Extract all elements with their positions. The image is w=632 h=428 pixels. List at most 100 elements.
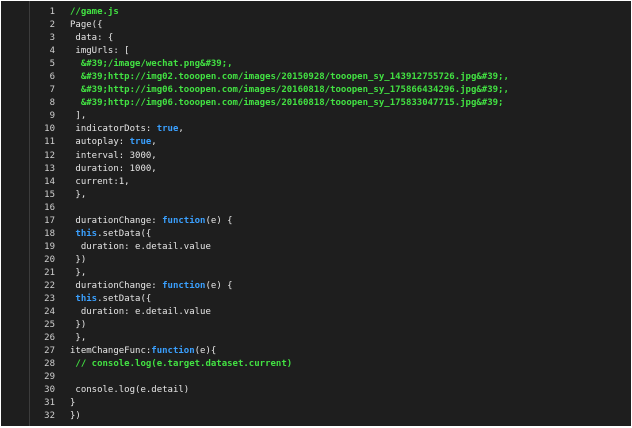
code-text[interactable]: &#39;http://img02.tooopen.com/images/201…	[70, 71, 509, 84]
code-lines: 1//game.js 2 Page({3 data: {4 imgUrls: [5 …	[30, 6, 631, 424]
code-token-plain: console.log(e.detail)	[70, 385, 190, 396]
code-token-plain: })	[70, 254, 87, 265]
code-line: 7 &#39;http://img06.tooopen.com/images/2…	[30, 84, 631, 97]
code-line: 18 this.setData({	[30, 228, 631, 241]
code-text[interactable]: durationChange: function(e) {	[70, 215, 232, 228]
code-text[interactable]: indicatorDots: true,	[70, 123, 184, 136]
code-text[interactable]: }	[70, 397, 75, 410]
code-line: 31}	[30, 397, 631, 410]
code-token-string: &#39;/image/wechat.png&#39;,	[70, 59, 233, 70]
code-text[interactable]: current:1,	[70, 176, 129, 189]
code-token-plain: duration: e.detail.value	[70, 307, 211, 318]
line-number: 12	[44, 150, 55, 161]
line-number: 25	[44, 320, 55, 331]
code-text[interactable]: duration: 1000,	[70, 163, 157, 176]
code-line: 14 current:1,	[30, 176, 631, 189]
code-line: 28 // console.log(e.target.dataset.curre…	[30, 358, 631, 371]
line-number: 6	[49, 72, 55, 83]
code-token-plain: .setData({	[97, 228, 152, 239]
code-text[interactable]: &#39;/image/wechat.png&#39;,	[70, 58, 233, 71]
code-token-plain: (e) {	[205, 280, 233, 291]
code-token-plain: ,	[178, 124, 184, 135]
line-number: 9	[49, 111, 55, 122]
code-text[interactable]: this.setData({	[70, 228, 151, 241]
code-token-plain: indicatorDots:	[70, 124, 157, 135]
line-number: 17	[44, 215, 55, 226]
line-number: 2	[49, 20, 55, 31]
code-line: 6 &#39;http://img02.tooopen.com/images/2…	[30, 71, 631, 84]
code-text[interactable]: duration: e.detail.value	[70, 306, 211, 319]
line-number: 22	[44, 280, 55, 291]
code-token-plain: },	[70, 267, 87, 278]
code-line: 19 duration: e.detail.value	[30, 241, 631, 254]
code-text[interactable]: Page({	[70, 19, 103, 32]
code-text[interactable]: // console.log(e.target.dataset.current)	[70, 358, 292, 371]
code-token-plain: })	[70, 411, 81, 422]
code-line: 22 durationChange: function(e) {	[30, 280, 631, 293]
line-number: 32	[44, 411, 55, 422]
code-token-comment: //game.js	[70, 7, 119, 17]
code-text[interactable]: },	[70, 332, 86, 345]
code-token-plain: Page({	[70, 20, 103, 31]
code-token-plain: ,	[151, 137, 157, 148]
line-number: 13	[44, 163, 55, 174]
code-token-string: &#39;http://img06.tooopen.com/images/201…	[70, 98, 504, 109]
line-number: 14	[44, 176, 55, 187]
code-line: 17 durationChange: function(e) {	[30, 215, 631, 228]
code-text[interactable]: imgUrls: [	[70, 45, 130, 58]
code-token-plain: imgUrls: [	[70, 46, 130, 57]
code-text[interactable]: durationChange: function(e) {	[70, 280, 233, 293]
line-number: 24	[44, 307, 55, 318]
code-token-plain: durationChange:	[70, 215, 163, 226]
code-text[interactable]: this.setData({	[70, 293, 151, 306]
code-token-keyword: true	[129, 137, 152, 148]
code-editor[interactable]: 1//game.js 2 Page({3 data: {4 imgUrls: [5 …	[1, 1, 631, 426]
code-token-string: &#39;http://img02.tooopen.com/images/201…	[70, 72, 509, 83]
code-line: 9 ],	[30, 110, 631, 123]
line-number: 11	[44, 137, 55, 148]
code-text[interactable]: ],	[70, 110, 86, 123]
line-number: 7	[49, 85, 55, 96]
code-line: 25 })	[30, 319, 631, 332]
code-token-plain: duration: e.detail.value	[70, 241, 211, 252]
code-token-plain: .setData({	[97, 294, 152, 305]
code-line: 4 imgUrls: [	[30, 45, 631, 58]
code-token-plain: duration: 1000,	[70, 163, 157, 174]
code-line: 8 &#39;http://img06.tooopen.com/images/2…	[30, 97, 631, 110]
code-token-plain: data: {	[70, 33, 114, 44]
code-text[interactable]: autoplay: true,	[70, 136, 157, 149]
code-text[interactable]: })	[70, 319, 86, 332]
code-line: 10 indicatorDots: true,	[30, 123, 631, 136]
line-number: 1	[49, 7, 55, 17]
code-text[interactable]: })	[70, 410, 81, 423]
code-line: 5 &#39;/image/wechat.png&#39;,	[30, 58, 631, 71]
code-line: 27 itemChangeFunc:function(e){	[30, 345, 631, 358]
code-text[interactable]: itemChangeFunc:function(e){	[70, 345, 216, 358]
code-text[interactable]: data: {	[70, 32, 113, 45]
code-token-plain: ],	[70, 111, 87, 122]
code-token-plain: (e){	[194, 346, 217, 357]
code-text[interactable]: &#39;http://img06.tooopen.com/images/201…	[70, 84, 509, 97]
line-number: 8	[49, 98, 55, 109]
code-line: 21 },	[30, 267, 631, 280]
code-token-keyword: this	[75, 228, 98, 239]
code-line: 12 interval: 3000,	[30, 150, 631, 163]
code-token-plain: itemChangeFunc:	[70, 346, 152, 357]
code-token-comment: // console.log(e.target.dataset.current)	[70, 359, 293, 370]
line-number: 27	[44, 346, 55, 357]
code-text[interactable]: //game.js	[70, 6, 119, 19]
code-text[interactable]: },	[70, 189, 86, 202]
code-text[interactable]: console.log(e.detail)	[70, 384, 189, 397]
line-number: 19	[44, 241, 55, 252]
line-number: 4	[49, 46, 55, 57]
line-number: 29	[44, 372, 55, 383]
code-line: 15 },	[30, 189, 631, 202]
line-number: 15	[44, 189, 55, 200]
code-text[interactable]: duration: e.detail.value	[70, 241, 211, 254]
code-text[interactable]: },	[70, 267, 86, 280]
code-text[interactable]: })	[70, 254, 86, 267]
code-text[interactable]: interval: 3000,	[70, 150, 156, 163]
code-area[interactable]: 1//game.js 2 Page({3 data: {4 imgUrls: [5 …	[30, 1, 631, 426]
code-text[interactable]: &#39;http://img06.tooopen.com/images/201…	[70, 97, 504, 110]
line-number: 5	[49, 59, 55, 70]
